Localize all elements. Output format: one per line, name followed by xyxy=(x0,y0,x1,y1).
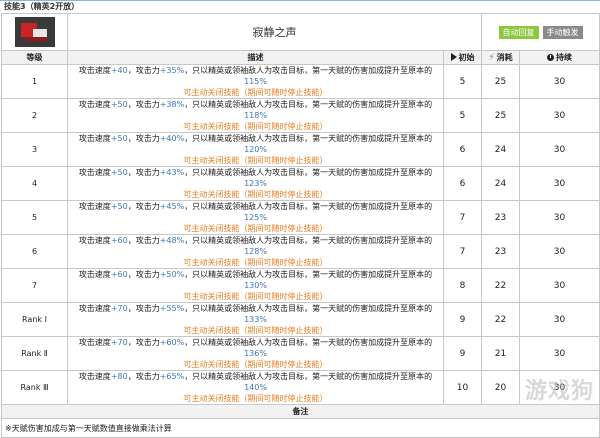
sp-cost-cell: 22 xyxy=(481,302,520,337)
level-cell: 3 xyxy=(1,132,68,167)
sp-cost-cell: 24 xyxy=(481,132,520,167)
sp-cost-cell: 22 xyxy=(481,268,520,303)
initial-sp-cell: 5 xyxy=(443,64,482,99)
table-row: 7 攻击速度+60，攻击力+50%，只以精英或领袖敌人为攻击目标，第一天赋的伤害加… xyxy=(1,268,600,303)
remark-header-row: 备注 xyxy=(1,404,600,419)
table-row: Rank Ⅱ 攻击速度+70，攻击力+60%，只以精英或领袖敌人为攻击目标，第一天… xyxy=(1,336,600,371)
sp-cost-cell: 23 xyxy=(481,234,520,269)
duration-cell: 30 xyxy=(519,200,600,235)
table-row: 3 攻击速度+50，攻击力+40%，只以精英或领袖敌人为攻击目标，第一天赋的伤害加… xyxy=(1,132,600,167)
duration-cell: 30 xyxy=(519,132,600,167)
initial-sp-cell: 9 xyxy=(443,302,482,337)
remark-title: 备注 xyxy=(1,404,600,419)
duration-cell: 30 xyxy=(519,64,600,99)
tag-manual-trigger: 手动触发 xyxy=(542,25,583,39)
sp-cost-cell: 24 xyxy=(481,166,520,201)
initial-sp-cell: 9 xyxy=(443,336,482,371)
level-cell: 1 xyxy=(1,64,68,99)
sp-cost-cell: 20 xyxy=(481,370,520,405)
initial-sp-cell: 5 xyxy=(443,98,482,133)
description-cell: 攻击速度+50，攻击力+45%，只以精英或领袖敌人为攻击目标，第一天赋的伤害加成… xyxy=(67,200,444,235)
level-cell: Rank Ⅱ xyxy=(1,336,68,371)
col-desc: 描述 xyxy=(67,50,444,65)
level-cell: 7 xyxy=(1,268,68,303)
initial-sp-cell: 6 xyxy=(443,132,482,167)
initial-sp-cell: 7 xyxy=(443,234,482,269)
description-cell: 攻击速度+70，攻击力+55%，只以精英或领袖敌人为攻击目标，第一天赋的伤害加成… xyxy=(67,302,444,337)
table-row: 5 攻击速度+50，攻击力+45%，只以精英或领袖敌人为攻击目标，第一天赋的伤害加… xyxy=(1,200,600,235)
tag-auto-recover: 自动回复 xyxy=(498,25,539,39)
skill-icon-cell xyxy=(1,13,68,51)
initial-sp-cell: 8 xyxy=(443,268,482,303)
watermark: 游戏狗 xyxy=(524,379,594,404)
description-cell: 攻击速度+50，攻击力+40%，只以精英或领袖敌人为攻击目标，第一天赋的伤害加成… xyxy=(67,132,444,167)
description-cell: 攻击速度+50，攻击力+43%，只以精英或领袖敌人为攻击目标，第一天赋的伤害加成… xyxy=(67,166,444,201)
duration-cell: 30 xyxy=(519,336,600,371)
level-cell: 2 xyxy=(1,98,68,133)
clock-icon xyxy=(547,54,554,61)
level-cell: 5 xyxy=(1,200,68,235)
level-rows: 1 攻击速度+40，攻击力+35%，只以精英或领袖敌人为攻击目标，第一天赋的伤害加… xyxy=(1,64,600,405)
duration-cell: 30 xyxy=(519,234,600,269)
description-cell: 攻击速度+80，攻击力+65%，只以精英或领袖敌人为攻击目标，第一天赋的伤害加成… xyxy=(67,370,444,405)
section-title: 技能3（精英2开放） xyxy=(4,2,80,11)
level-cell: 4 xyxy=(1,166,68,201)
col-cost: ⚡ 消耗 xyxy=(481,50,520,65)
table-row: 4 攻击速度+50，攻击力+43%，只以精英或领袖敌人为攻击目标，第一天赋的伤害加… xyxy=(1,166,600,201)
sp-cost-cell: 23 xyxy=(481,200,520,235)
table-row: 2 攻击速度+50，攻击力+38%，只以精英或领袖敌人为攻击目标，第一天赋的伤害加… xyxy=(1,98,600,133)
play-icon xyxy=(450,53,457,61)
skill-panel: 技能3（精英2开放） 寂静之声 自动回复 手动触发 等级 描述 初始 ⚡ 消耗 持续… xyxy=(0,0,600,438)
level-cell: Rank Ⅲ xyxy=(1,370,68,405)
initial-sp-cell: 10 xyxy=(443,370,482,405)
duration-cell: 30 xyxy=(519,166,600,201)
table-row: Rank Ⅲ 攻击速度+80，攻击力+65%，只以精英或领袖敌人为攻击目标，第一天… xyxy=(1,370,600,405)
col-level: 等级 xyxy=(1,50,68,65)
duration-cell: 30 xyxy=(519,302,600,337)
level-cell: 6 xyxy=(1,234,68,269)
sp-cost-cell: 21 xyxy=(481,336,520,371)
description-cell: 攻击速度+50，攻击力+38%，只以精英或领袖敌人为攻击目标，第一天赋的伤害加成… xyxy=(67,98,444,133)
skill-tags: 自动回复 手动触发 xyxy=(481,13,600,51)
col-initial: 初始 xyxy=(443,50,482,65)
description-cell: 攻击速度+60，攻击力+50%，只以精英或领袖敌人为攻击目标，第一天赋的伤害加成… xyxy=(67,268,444,303)
level-cell: Rank Ⅰ xyxy=(1,302,68,337)
description-cell: 攻击速度+70，攻击力+60%，只以精英或领袖敌人为攻击目标，第一天赋的伤害加成… xyxy=(67,336,444,371)
skill-name: 寂静之声 xyxy=(67,13,482,51)
column-header-row: 等级 描述 初始 ⚡ 消耗 持续 xyxy=(1,50,600,65)
remark-row: ※天赋伤害加成与第一天赋数值直接做乘法计算 xyxy=(1,418,600,438)
sp-cost-cell: 25 xyxy=(481,64,520,99)
skill-table: 寂静之声 自动回复 手动触发 等级 描述 初始 ⚡ 消耗 持续 1 攻击速度+40，攻… xyxy=(1,13,600,438)
skill-header-row: 寂静之声 自动回复 手动触发 xyxy=(1,13,600,51)
table-row: 6 攻击速度+60，攻击力+48%，只以精英或领袖敌人为攻击目标，第一天赋的伤害加… xyxy=(1,234,600,269)
initial-sp-cell: 7 xyxy=(443,200,482,235)
description-cell: 攻击速度+40，攻击力+35%，只以精英或领袖敌人为攻击目标，第一天赋的伤害加成… xyxy=(67,64,444,99)
duration-cell: 30 xyxy=(519,98,600,133)
duration-cell: 30 xyxy=(519,268,600,303)
table-row: 1 攻击速度+40，攻击力+35%，只以精英或领袖敌人为攻击目标，第一天赋的伤害加… xyxy=(1,64,600,99)
initial-sp-cell: 6 xyxy=(443,166,482,201)
col-duration: 持续 xyxy=(519,50,600,65)
sp-cost-cell: 25 xyxy=(481,98,520,133)
table-row: Rank Ⅰ 攻击速度+70，攻击力+55%，只以精英或领袖敌人为攻击目标，第一天… xyxy=(1,302,600,337)
description-cell: 攻击速度+60，攻击力+48%，只以精英或领袖敌人为攻击目标，第一天赋的伤害加成… xyxy=(67,234,444,269)
skill-icon xyxy=(14,17,55,47)
bolt-icon: ⚡ xyxy=(488,53,495,63)
remark-text: ※天赋伤害加成与第一天赋数值直接做乘法计算 xyxy=(1,418,600,438)
